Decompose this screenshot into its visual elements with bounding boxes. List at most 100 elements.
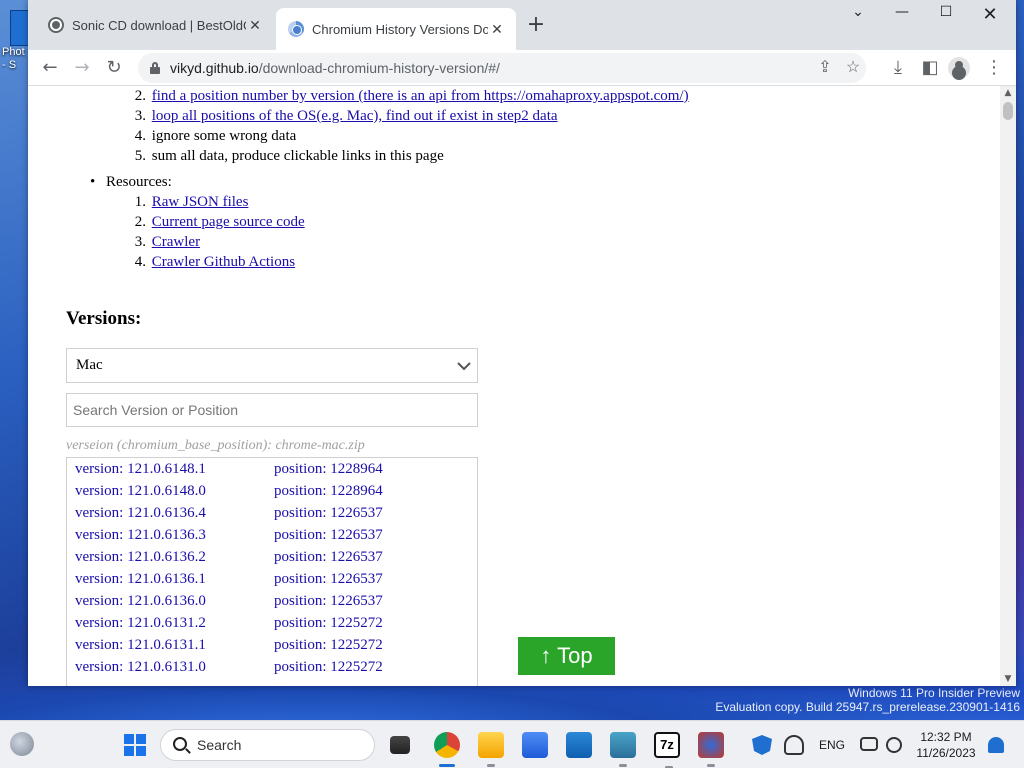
list-item: 2. find a position number by version (th… (134, 88, 689, 104)
version-row[interactable]: version: 121.0.6148.0 position: 1228964 (67, 480, 477, 502)
step-text: sum all data, produce clickable links in… (151, 148, 444, 164)
scroll-up-arrow-icon[interactable]: ▲ (1003, 88, 1013, 98)
resource-link-github-actions[interactable]: Crawler Github Actions (152, 254, 295, 270)
list-item: 3. loop all positions of the OS(e.g. Mac… (134, 108, 558, 124)
minimize-button[interactable]: — (880, 4, 924, 26)
list-item: 4. ignore some wrong data (134, 128, 297, 144)
clock-date: 11/26/2023 (916, 746, 976, 760)
forward-button[interactable]: → (68, 54, 96, 82)
browser-toolbar: ← → ↻ vikyd.github.io/download-chromium-… (28, 50, 1016, 86)
resources-list: 1. Raw JSON files 2. Current page source… (122, 192, 305, 272)
notification-bell-icon[interactable] (988, 737, 1004, 753)
menu-kebab-icon[interactable]: ⋮ (980, 54, 1008, 82)
version-row[interactable]: version: 121.0.6136.2 position: 1226537 (67, 546, 477, 568)
tab-close-icon[interactable]: ✕ (488, 21, 506, 38)
versions-heading: Versions: (66, 308, 142, 329)
app-window-icon[interactable] (610, 732, 636, 767)
close-window-button[interactable]: ✕ (968, 4, 1012, 26)
widgets-weather-icon[interactable] (10, 732, 34, 756)
cloud-offline-icon[interactable] (784, 735, 804, 755)
list-item: 3. Crawler (134, 234, 201, 250)
back-to-top-button[interactable]: ↑ Top (518, 637, 615, 675)
list-item: 1. Raw JSON files (134, 194, 249, 210)
search-version-input[interactable] (66, 393, 478, 427)
tab-strip: Sonic CD download | BestOldGam ✕ Chromiu… (28, 0, 1016, 50)
chromium-favicon-icon (288, 21, 304, 37)
resource-link-source-code[interactable]: Current page source code (152, 214, 305, 230)
url-host: vikyd.github.io (170, 60, 259, 76)
list-item: 4. Crawler Github Actions (134, 254, 296, 270)
tab-title: Sonic CD download | BestOldGam (72, 17, 246, 33)
tab-close-icon[interactable]: ✕ (246, 17, 264, 34)
tab-chromium-history[interactable]: Chromium History Versions Dow ✕ (276, 8, 516, 50)
side-panel-icon[interactable]: ◧ (916, 54, 944, 82)
desktop-shortcut-photos[interactable]: Phot - S (2, 10, 30, 80)
profile-avatar-icon[interactable] (948, 57, 970, 79)
maximize-button[interactable]: ☐ (924, 4, 968, 26)
version-row[interactable]: version: 121.0.6136.3 position: 1226537 (67, 524, 477, 546)
defender-shield-icon[interactable] (752, 735, 772, 755)
page-content: 2. find a position number by version (th… (28, 86, 1000, 686)
version-row[interactable]: version: 121.0.6136.1 position: 1226537 (67, 568, 477, 590)
browser-window: Sonic CD download | BestOldGam ✕ Chromiu… (28, 0, 1016, 686)
versions-results-list[interactable]: version: 121.0.6148.1 position: 1228964 v… (66, 457, 478, 686)
chrome-taskbar-icon[interactable] (434, 732, 460, 767)
list-item: 5. sum all data, produce clickable links… (134, 148, 444, 164)
start-windows-icon[interactable] (122, 732, 148, 758)
file-explorer-icon[interactable] (478, 732, 504, 767)
resources-label: Resources: (90, 172, 172, 192)
network-icon[interactable] (860, 737, 878, 751)
sonic-game-icon[interactable] (698, 732, 724, 767)
version-row[interactable]: version: 121.0.6148.1 position: 1228964 (67, 458, 477, 480)
globe-favicon-icon (48, 17, 64, 33)
resource-link-raw-json[interactable]: Raw JSON files (152, 194, 249, 210)
7zip-icon[interactable]: 7z (654, 732, 680, 768)
version-row[interactable]: version: 121.0.6131.1 position: 1225272 (67, 634, 477, 656)
os-select-value: Mac (76, 357, 103, 373)
photos-app-icon (10, 10, 30, 46)
resource-link-crawler[interactable]: Crawler (152, 234, 200, 250)
step-text: ignore some wrong data (151, 128, 297, 144)
version-row[interactable]: version: 121.0.6136.4 position: 1226537 (67, 502, 477, 524)
lock-icon[interactable] (150, 62, 160, 74)
taskbar: Search 7z ENG 12:32 PM 11/26/2023 (0, 720, 1024, 768)
search-icon (173, 737, 187, 751)
share-icon[interactable]: ⇪ (814, 57, 836, 79)
format-hint: verseion (chromium_base_position): chrom… (66, 438, 365, 453)
microsoft-store-icon[interactable] (522, 732, 548, 758)
taskbar-search-box[interactable]: Search (160, 729, 375, 761)
new-tab-button[interactable]: + (524, 14, 548, 38)
desktop-shortcut-label: Phot - S (2, 46, 25, 71)
language-indicator[interactable]: ENG (819, 738, 845, 752)
list-item: 2. Current page source code (134, 214, 305, 230)
download-icon[interactable]: ⤓ (884, 54, 912, 82)
tab-sonic-cd[interactable]: Sonic CD download | BestOldGam ✕ (36, 8, 274, 42)
step-link[interactable]: find a position number by version (there… (152, 88, 689, 104)
address-bar[interactable]: vikyd.github.io/download-chromium-histor… (138, 53, 866, 83)
outlook-new-icon[interactable] (566, 732, 592, 758)
taskbar-search-label: Search (197, 737, 242, 753)
tab-search-chevron-icon[interactable]: ⌄ (836, 4, 880, 26)
windows-watermark: Windows 11 Pro Insider Preview Evaluatio… (715, 686, 1020, 714)
url-path: /download-chromium-history-version/#/ (258, 60, 500, 76)
watermark-line-2: Evaluation copy. Build 25947.rs_prerelea… (715, 700, 1020, 714)
scroll-down-arrow-icon[interactable]: ▼ (1003, 674, 1013, 684)
version-row[interactable]: version: 121.0.6131.2 position: 1225272 (67, 612, 477, 634)
reload-button[interactable]: ↻ (100, 54, 128, 82)
watermark-line-1: Windows 11 Pro Insider Preview (848, 686, 1020, 700)
steps-list: 2. find a position number by version (th… (122, 86, 689, 166)
tab-title: Chromium History Versions Dow (312, 21, 488, 37)
scrollbar-thumb[interactable] (1003, 102, 1013, 120)
os-select[interactable]: Mac (66, 348, 478, 383)
system-clock[interactable]: 12:32 PM 11/26/2023 (908, 729, 984, 761)
volume-muted-icon[interactable] (886, 737, 902, 753)
version-row[interactable]: version: 121.0.6136.0 position: 1226537 (67, 590, 477, 612)
version-row[interactable]: version: 121.0.6131.0 position: 1225272 (67, 656, 477, 678)
page-scrollbar[interactable]: ▲ ▼ (1000, 86, 1016, 686)
chevron-down-icon (457, 362, 471, 371)
bookmark-star-icon[interactable]: ☆ (842, 57, 864, 79)
task-view-icon[interactable] (390, 736, 410, 754)
back-button[interactable]: ← (36, 54, 64, 82)
step-link[interactable]: loop all positions of the OS(e.g. Mac), … (152, 108, 558, 124)
clock-time: 12:32 PM (920, 730, 972, 744)
